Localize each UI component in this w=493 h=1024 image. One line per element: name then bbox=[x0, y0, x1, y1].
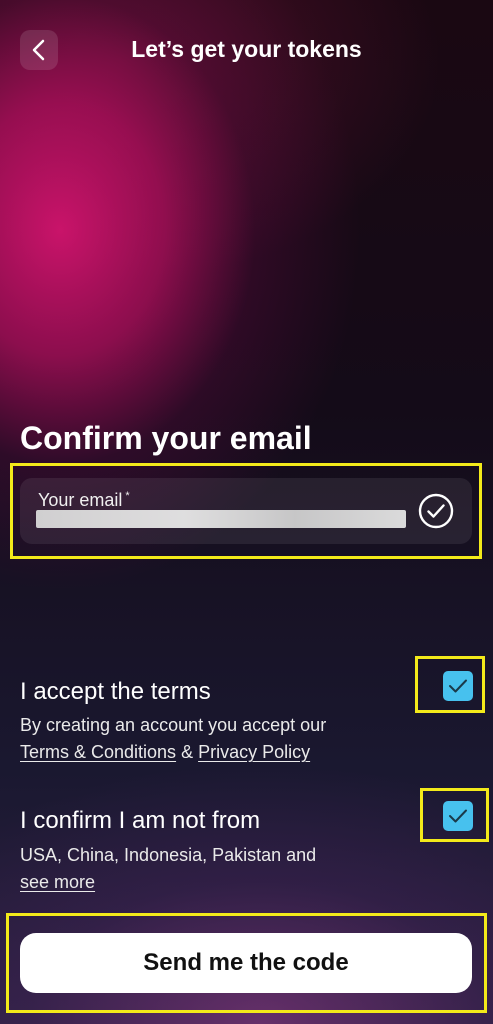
checkmark-icon bbox=[449, 679, 467, 693]
terms-link[interactable]: Terms & Conditions bbox=[20, 742, 176, 762]
checkmark-icon bbox=[449, 809, 467, 823]
residency-description: USA, China, Indonesia, Pakistan and see m… bbox=[20, 845, 317, 892]
email-redaction bbox=[36, 510, 406, 528]
accept-terms-checkbox[interactable] bbox=[443, 671, 473, 701]
accept-terms-label: I accept the terms bbox=[20, 678, 211, 705]
check-circle-icon bbox=[418, 493, 454, 529]
see-more-link[interactable]: see more bbox=[20, 872, 95, 892]
residency-label: I confirm I am not from bbox=[20, 807, 261, 834]
residency-checkbox[interactable] bbox=[443, 801, 473, 831]
confirm-email-heading: Confirm your email bbox=[20, 420, 312, 456]
email-field[interactable]: Your email * bbox=[20, 478, 472, 544]
required-mark: * bbox=[125, 490, 130, 502]
terms-description: By creating an account you accept our Te… bbox=[20, 715, 327, 762]
send-code-button[interactable]: Send me the code bbox=[20, 933, 472, 993]
page-title: Let’s get your tokens bbox=[131, 36, 362, 62]
privacy-link[interactable]: Privacy Policy bbox=[198, 742, 310, 762]
